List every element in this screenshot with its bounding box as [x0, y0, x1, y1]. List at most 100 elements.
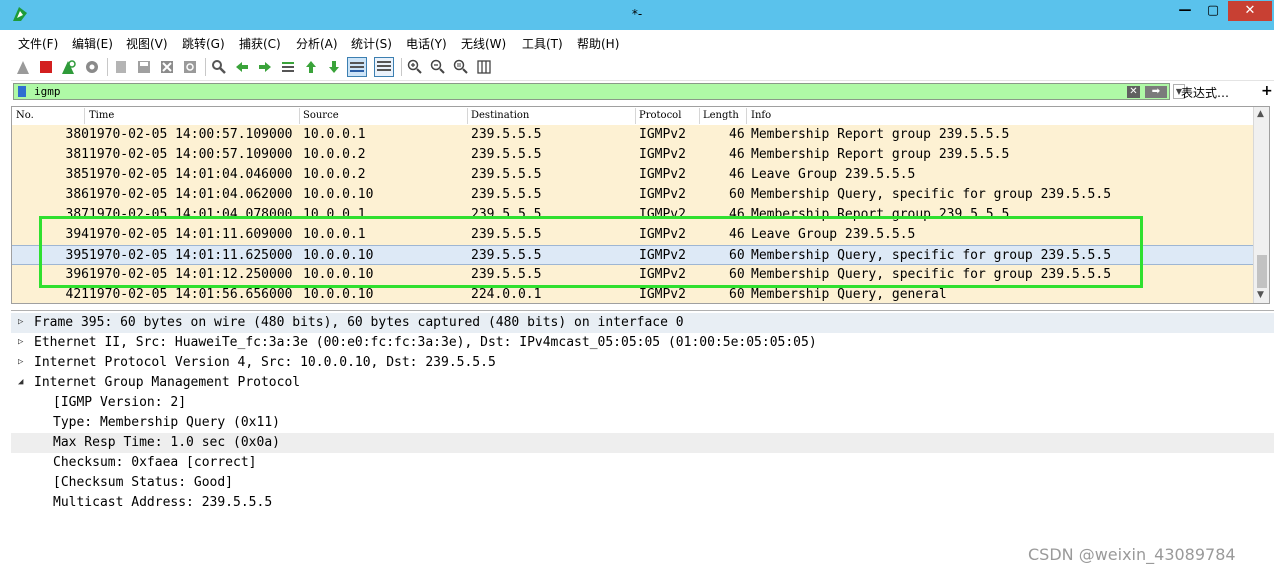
- back-icon[interactable]: [234, 59, 250, 75]
- forward-icon[interactable]: [257, 59, 273, 75]
- restart-icon[interactable]: [61, 59, 77, 75]
- column-divider[interactable]: [635, 108, 636, 124]
- scrollbar-thumb[interactable]: [1257, 255, 1267, 288]
- options-gear-icon[interactable]: [84, 59, 100, 75]
- packet-cell-no: 386: [65, 187, 89, 202]
- column-header-time[interactable]: Time: [89, 110, 114, 121]
- packet-row[interactable]: 385 1970-02-05 14:01:04.046000 10.0.0.2 239…: [12, 165, 1253, 185]
- zoom-out-icon[interactable]: [430, 59, 446, 75]
- menu-file[interactable]: 文件(F): [18, 35, 58, 52]
- packet-row[interactable]: 380 1970-02-05 14:00:57.109000 10.0.0.1 239…: [12, 125, 1253, 145]
- first-packet-icon[interactable]: [303, 59, 319, 75]
- packet-cell-src: 10.0.0.10: [303, 187, 374, 202]
- menu-bar: 文件(F) 编辑(E) 视图(V) 跳转(G) 捕获(C) 分析(A) 统计(S…: [11, 30, 1274, 54]
- menu-tools[interactable]: 工具(T): [522, 35, 563, 52]
- packet-cell-dst: 224.0.0.1: [471, 287, 542, 302]
- minimize-button[interactable]: —: [1172, 1, 1198, 21]
- apply-filter-icon[interactable]: ➡: [1145, 86, 1167, 98]
- bookmark-icon[interactable]: [18, 86, 26, 97]
- packet-list-header: No. Time Source Destination Protocol Len…: [12, 107, 1269, 126]
- detail-row[interactable]: Type: Membership Query (0x11): [11, 413, 1274, 433]
- column-divider[interactable]: [84, 108, 85, 124]
- column-divider[interactable]: [746, 108, 747, 124]
- column-header-length[interactable]: Length: [703, 110, 739, 121]
- detail-row[interactable]: ◢ Internet Group Management Protocol: [11, 373, 1274, 393]
- packet-cell-info: Leave Group 239.5.5.5: [751, 167, 916, 182]
- display-filter-input[interactable]: igmp ✕ ➡: [13, 83, 1170, 100]
- go-to-packet-icon[interactable]: [280, 59, 296, 75]
- packet-row[interactable]: 386 1970-02-05 14:01:04.062000 10.0.0.10 23…: [12, 185, 1253, 205]
- collapse-arrow-icon[interactable]: ◢: [18, 377, 23, 387]
- detail-row[interactable]: Checksum: 0xfaea [correct]: [11, 453, 1274, 473]
- close-button[interactable]: ✕: [1228, 1, 1272, 21]
- column-divider[interactable]: [467, 108, 468, 124]
- expand-arrow-icon[interactable]: ▷: [18, 337, 23, 347]
- expression-button[interactable]: 表达式…: [1181, 84, 1229, 101]
- toolbar-separator: [107, 58, 108, 76]
- clear-filter-icon[interactable]: ✕: [1127, 86, 1140, 98]
- menu-capture[interactable]: 捕获(C): [239, 35, 281, 52]
- packet-cell-time: 1970-02-05 14:01:04.046000: [89, 167, 293, 182]
- colorize-icon[interactable]: [374, 57, 394, 77]
- detail-text: [IGMP Version: 2]: [53, 395, 187, 410]
- resize-columns-icon[interactable]: [476, 59, 492, 75]
- menu-telephony[interactable]: 电话(Y): [406, 35, 447, 52]
- last-packet-icon[interactable]: [326, 59, 342, 75]
- zoom-in-icon[interactable]: [407, 59, 423, 75]
- packet-row[interactable]: 381 1970-02-05 14:00:57.109000 10.0.0.2 239…: [12, 145, 1253, 165]
- detail-row[interactable]: [Checksum Status: Good]: [11, 473, 1274, 493]
- auto-scroll-icon[interactable]: [347, 57, 367, 77]
- toolbar-separator: [401, 58, 402, 76]
- column-divider[interactable]: [699, 108, 700, 124]
- packet-details-pane[interactable]: ▷ Frame 395: 60 bytes on wire (480 bits),…: [11, 310, 1274, 575]
- save-file-icon[interactable]: [136, 59, 152, 75]
- display-filter-bar: igmp ✕ ➡ ▼ 表达式… +: [11, 82, 1274, 102]
- column-header-info[interactable]: Info: [751, 110, 771, 121]
- maximize-button[interactable]: ▢: [1199, 1, 1227, 21]
- packet-cell-dst: 239.5.5.5: [471, 167, 542, 182]
- find-icon[interactable]: [211, 59, 227, 75]
- packet-cell-len: 60: [729, 287, 745, 302]
- scroll-down-icon[interactable]: ▼: [1257, 290, 1264, 300]
- menu-analyze[interactable]: 分析(A): [296, 35, 338, 52]
- scroll-up-icon[interactable]: ▲: [1257, 109, 1264, 119]
- detail-row[interactable]: ▷ Internet Protocol Version 4, Src: 10.0.…: [11, 353, 1274, 373]
- detail-row[interactable]: Max Resp Time: 1.0 sec (0x0a): [11, 433, 1274, 453]
- add-filter-button[interactable]: +: [1261, 83, 1273, 99]
- packet-cell-len: 46: [729, 167, 745, 182]
- packet-cell-proto: IGMPv2: [639, 167, 686, 182]
- detail-text: Type: Membership Query (0x11): [53, 415, 280, 430]
- column-divider[interactable]: [299, 108, 300, 124]
- expand-arrow-icon[interactable]: ▷: [18, 317, 23, 327]
- expand-arrow-icon[interactable]: ▷: [18, 357, 23, 367]
- packet-list-scrollbar[interactable]: ▲ ▼: [1253, 107, 1269, 303]
- shark-fin-start-icon[interactable]: [16, 59, 32, 75]
- zoom-normal-icon[interactable]: [453, 59, 469, 75]
- detail-text: Checksum: 0xfaea [correct]: [53, 455, 257, 470]
- detail-row[interactable]: [IGMP Version: 2]: [11, 393, 1274, 413]
- stop-icon[interactable]: [38, 59, 54, 75]
- open-file-icon[interactable]: [113, 59, 129, 75]
- column-header-protocol[interactable]: Protocol: [639, 110, 681, 121]
- packet-cell-no: 380: [65, 127, 89, 142]
- packet-cell-proto: IGMPv2: [639, 127, 686, 142]
- window-title: *-: [631, 7, 643, 21]
- main-toolbar: [11, 54, 1274, 81]
- menu-view[interactable]: 视图(V): [126, 35, 168, 52]
- reload-icon[interactable]: [182, 59, 198, 75]
- menu-statistics[interactable]: 统计(S): [351, 35, 392, 52]
- menu-go[interactable]: 跳转(G): [182, 35, 225, 52]
- menu-edit[interactable]: 编辑(E): [72, 35, 113, 52]
- column-header-source[interactable]: Source: [303, 110, 339, 121]
- menu-help[interactable]: 帮助(H): [577, 35, 619, 52]
- close-file-icon[interactable]: [159, 59, 175, 75]
- column-header-no[interactable]: No.: [16, 110, 34, 121]
- packet-cell-no: 381: [65, 147, 89, 162]
- menu-wireless[interactable]: 无线(W): [461, 35, 506, 52]
- detail-row[interactable]: ▷ Frame 395: 60 bytes on wire (480 bits),…: [11, 313, 1274, 333]
- detail-row[interactable]: Multicast Address: 239.5.5.5: [11, 493, 1274, 513]
- detail-row[interactable]: ▷ Ethernet II, Src: HuaweiTe_fc:3a:3e (00…: [11, 333, 1274, 353]
- detail-text: Internet Group Management Protocol: [34, 375, 301, 390]
- column-header-destination[interactable]: Destination: [471, 110, 529, 121]
- packet-cell-time: 1970-02-05 14:01:04.062000: [89, 187, 293, 202]
